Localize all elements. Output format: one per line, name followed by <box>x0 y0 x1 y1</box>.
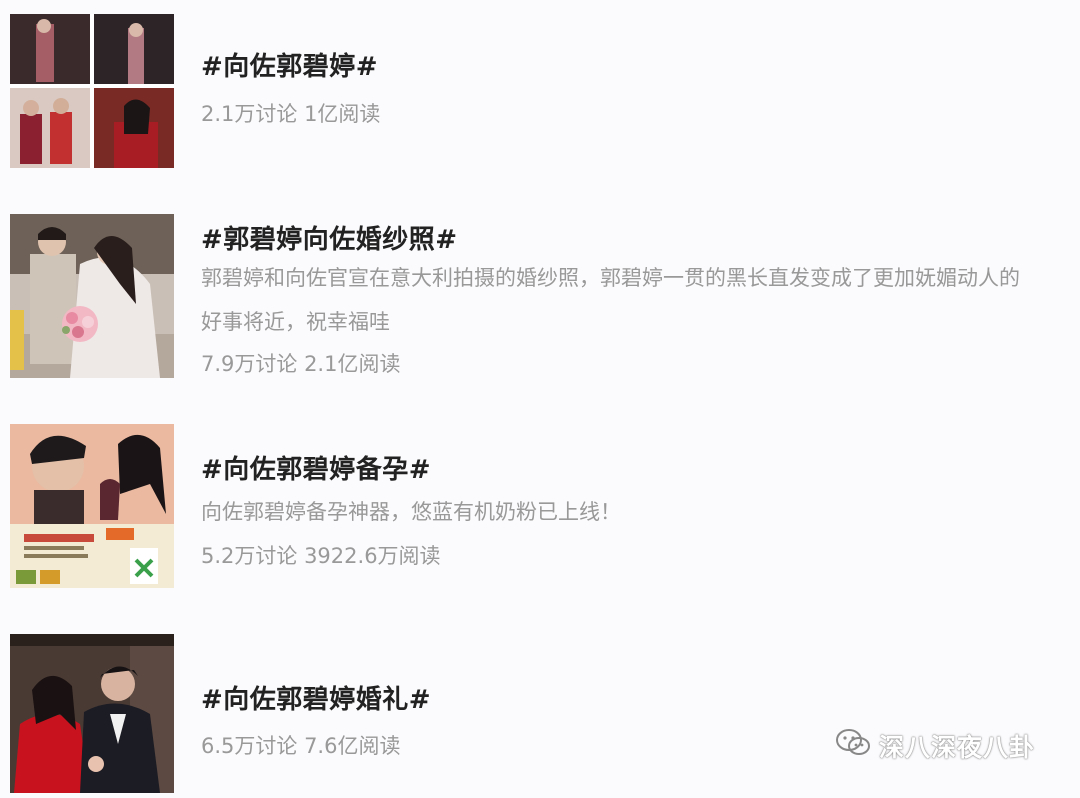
topic-item[interactable]: #向佐郭碧婷备孕# 向佐郭碧婷备孕神器，悠蓝有机奶粉已上线！ 5.2万讨论 39… <box>0 424 1080 588</box>
topic-stats: 5.2万讨论 3922.6万阅读 <box>201 544 441 568</box>
topic-item[interactable]: #向佐郭碧婷# 2.1万讨论 1亿阅读 <box>0 14 1080 174</box>
topic-item[interactable]: #郭碧婷向佐婚纱照# 郭碧婷和向佐官宣在意大利拍摄的婚纱照，郭碧婷一贯的黑长直发… <box>0 214 1080 378</box>
watermark: 深八深夜八卦 <box>835 728 1035 764</box>
topic-description: 郭碧婷和向佐官宣在意大利拍摄的婚纱照，郭碧婷一贯的黑长直发变成了更加妩媚动人的 <box>201 266 1020 290</box>
topic-description: 向佐郭碧婷备孕神器，悠蓝有机奶粉已上线！ <box>201 500 621 524</box>
topic-thumbnail[interactable] <box>10 14 174 178</box>
topic-description: 好事将近，祝幸福哇 <box>201 310 390 334</box>
topic-thumbnail[interactable] <box>10 634 174 798</box>
topic-stats: 7.9万讨论 2.1亿阅读 <box>201 352 401 376</box>
topic-title[interactable]: #向佐郭碧婷婚礼# <box>201 679 431 716</box>
topic-stats: 2.1万讨论 1亿阅读 <box>201 102 381 126</box>
topic-stats: 6.5万讨论 7.6亿阅读 <box>201 734 401 758</box>
photo-collage-icon <box>10 14 174 168</box>
topic-title[interactable]: #向佐郭碧婷# <box>201 46 378 83</box>
topic-thumbnail[interactable] <box>10 214 174 378</box>
ad-poster-icon <box>10 424 174 588</box>
couple-photo-icon <box>10 634 174 793</box>
topic-title[interactable]: #向佐郭碧婷备孕# <box>201 449 431 486</box>
watermark-label: 深八深夜八卦 <box>879 733 1036 762</box>
topic-title[interactable]: #郭碧婷向佐婚纱照# <box>201 219 458 256</box>
wechat-icon <box>835 728 871 764</box>
wedding-photo-icon <box>10 214 174 378</box>
topic-item[interactable]: #向佐郭碧婷婚礼# 6.5万讨论 7.6亿阅读 <box>0 634 1080 793</box>
topic-thumbnail[interactable] <box>10 424 174 588</box>
